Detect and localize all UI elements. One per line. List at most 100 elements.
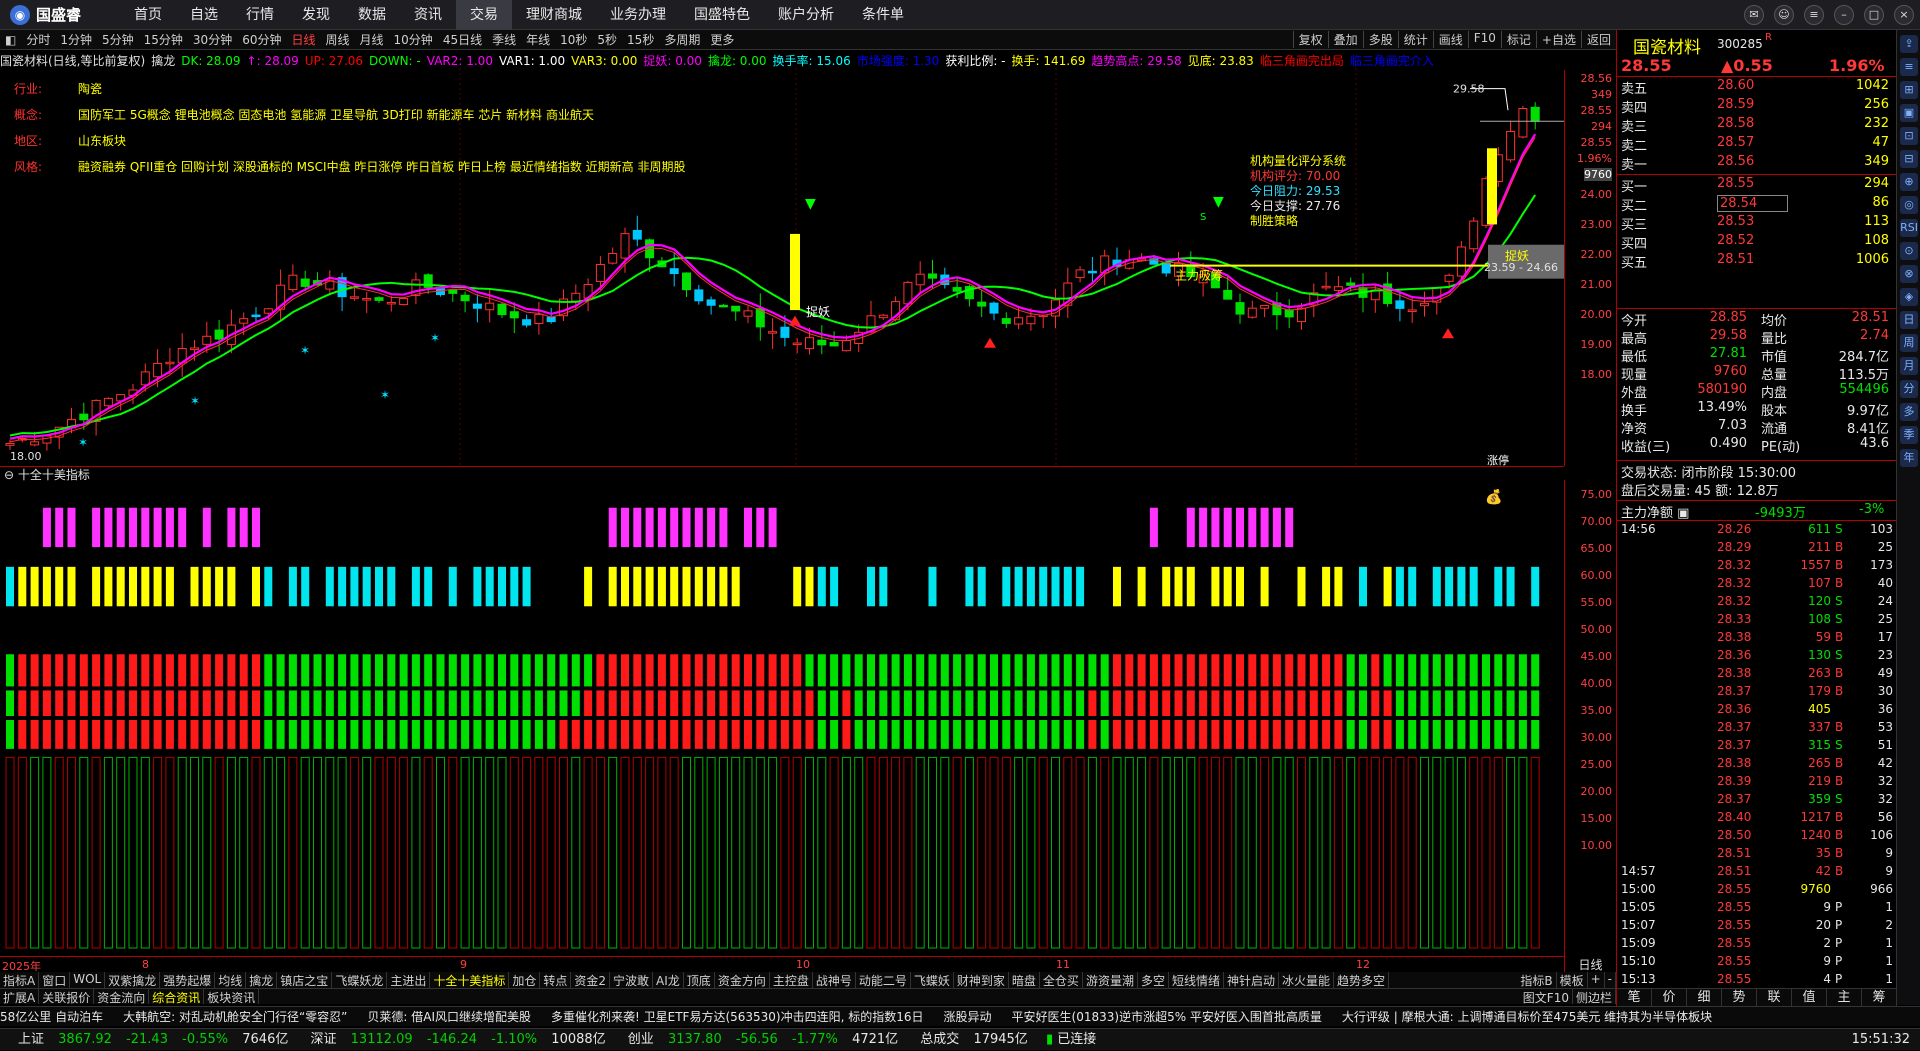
period-11[interactable]: 季线 — [487, 31, 521, 48]
right-toolbar-icon-3[interactable]: ▣ — [1900, 104, 1918, 122]
period-16[interactable]: 多周期 — [659, 31, 705, 48]
right-toolbar-icon-11[interactable]: ◈ — [1900, 288, 1918, 306]
nav-item-4[interactable]: 数据 — [344, 0, 400, 30]
indicator-tab-28[interactable]: 神针启动 — [1224, 972, 1279, 988]
indicator-tab-4[interactable]: 强势起爆 — [160, 972, 216, 988]
kline-chart[interactable]: ✶✶✶✶✶▼▼29.5818.0023.59 - 24.66南到未来数据主力吸筹… — [0, 68, 1564, 466]
period-15[interactable]: 15秒 — [622, 31, 659, 48]
ask-row[interactable]: 卖四 28.59 256 — [1617, 97, 1897, 116]
ticker-item[interactable]: 涨股异动 — [944, 1010, 992, 1024]
period-3[interactable]: 15分钟 — [139, 31, 188, 48]
right-toolbar-icon-14[interactable]: 月 — [1900, 357, 1918, 375]
indicator-tab-21[interactable]: 飞蝶妖 — [911, 972, 954, 988]
right-toolbar-icon-7[interactable]: ◎ — [1900, 196, 1918, 214]
panel-tab-1[interactable]: 价 — [1652, 989, 1687, 1006]
toolbar-btn-7[interactable]: +自选 — [1535, 31, 1581, 48]
panel-tab-6[interactable]: 主 — [1827, 989, 1862, 1006]
right-toolbar-icon-8[interactable]: RSI — [1900, 219, 1918, 237]
sidebar-toggle-icon[interactable]: ◧ — [0, 33, 21, 47]
toolbar-btn-4[interactable]: 画线 — [1432, 31, 1468, 48]
toolbar-btn-5[interactable]: F10 — [1467, 31, 1501, 48]
ticker-item[interactable]: 58亿公里 自动泊车 — [0, 1010, 103, 1024]
nav-item-11[interactable]: 条件单 — [848, 0, 918, 30]
nav-item-8[interactable]: 业务办理 — [596, 0, 680, 30]
panel-tab-5[interactable]: 值 — [1792, 989, 1827, 1006]
indicator-tab-23[interactable]: 暗盘 — [1009, 972, 1040, 988]
right-toolbar-icon-0[interactable]: ⇪ — [1900, 35, 1918, 53]
chat-icon[interactable]: ☺ — [1774, 5, 1794, 25]
nav-item-9[interactable]: 国盛特色 — [680, 0, 764, 30]
indicator-tab-14[interactable]: 宁波敢 — [610, 972, 654, 988]
ticker-item[interactable]: 大韩航空: 对乱动机舱安全门行径“零容忍” — [123, 1010, 347, 1024]
indicator-tab-right-2[interactable]: + — [1588, 972, 1605, 988]
indicator-tab-1[interactable]: 窗口 — [39, 972, 71, 988]
toolbar-btn-0[interactable]: 复权 — [1292, 31, 1328, 48]
indicator-tab-0[interactable]: 指标A — [0, 972, 40, 988]
indicator-tab-6[interactable]: 擒龙 — [246, 972, 278, 988]
indicator-tab-3[interactable]: 双紫擒龙 — [105, 972, 161, 988]
toolbar-btn-8[interactable]: 返回 — [1580, 31, 1616, 48]
info-tab-3[interactable]: 综合资讯 — [149, 989, 205, 1005]
right-toolbar-icon-6[interactable]: ⊕ — [1900, 173, 1918, 191]
sub-indicator-chart[interactable]: 💰 — [0, 480, 1564, 956]
indicator-tab-17[interactable]: 资金方向 — [715, 972, 770, 988]
period-6[interactable]: 日线 — [286, 31, 320, 48]
ticker-item[interactable]: 贝莱德: 借AI风口继续增配美股 — [367, 1010, 531, 1024]
period-17[interactable]: 更多 — [705, 31, 739, 48]
ask-row[interactable]: 卖二 28.57 47 — [1617, 135, 1897, 154]
ask-row[interactable]: 卖一 28.56 349 — [1617, 154, 1897, 173]
bid-row[interactable]: 买四 28.52 108 — [1617, 233, 1897, 252]
netflow-row[interactable]: 主力净额 ▣ — [1621, 502, 1689, 521]
indicator-tab-2[interactable]: WOL — [70, 972, 106, 988]
news-ticker[interactable]: 58亿公里 自动泊车 大韩航空: 对乱动机舱安全门行径“零容忍” 贝莱德: 借AI风… — [0, 1006, 1920, 1026]
minimize-icon[interactable]: – — [1834, 5, 1854, 25]
period-0[interactable]: 分时 — [21, 31, 55, 48]
nav-item-0[interactable]: 首页 — [120, 0, 176, 30]
panel-tab-0[interactable]: 笔 — [1617, 989, 1652, 1006]
ticker-item[interactable]: 多重催化剂来袭! 卫星ETF易方达(563530)冲击四连阳, 标的指数16日 — [551, 1010, 924, 1024]
ask-row[interactable]: 卖五 28.60 1042 — [1617, 78, 1897, 97]
period-12[interactable]: 年线 — [521, 31, 555, 48]
panel-tab-3[interactable]: 势 — [1722, 989, 1757, 1006]
indicator-tab-9[interactable]: 主进出 — [387, 972, 431, 988]
info-tab-2[interactable]: 资金流向 — [94, 989, 150, 1005]
indicator-tab-5[interactable]: 均线 — [215, 972, 247, 988]
indicator-tab-right-3[interactable]: - — [1605, 972, 1616, 988]
indicator-tab-19[interactable]: 战神号 — [813, 972, 856, 988]
period-2[interactable]: 5分钟 — [97, 31, 139, 48]
indicator-tab-7[interactable]: 镇店之宝 — [277, 972, 333, 988]
right-toolbar-icon-10[interactable]: ⊗ — [1900, 265, 1918, 283]
indicator-tab-27[interactable]: 短线情绪 — [1169, 972, 1224, 988]
right-toolbar-icon-12[interactable]: 日 — [1900, 311, 1918, 329]
right-toolbar-icon-18[interactable]: 年 — [1900, 449, 1918, 467]
indicator-tab-25[interactable]: 游资量潮 — [1083, 972, 1138, 988]
period-1[interactable]: 1分钟 — [55, 31, 97, 48]
period-9[interactable]: 10分钟 — [389, 31, 438, 48]
indicator-tab-26[interactable]: 多空 — [1138, 972, 1169, 988]
info-tab-4[interactable]: 板块资讯 — [204, 989, 260, 1005]
right-toolbar-icon-2[interactable]: ⊞ — [1900, 81, 1918, 99]
netflow-toggle-icon[interactable]: ▣ — [1677, 506, 1689, 521]
menu-icon[interactable]: ≡ — [1804, 5, 1824, 25]
right-toolbar-icon-17[interactable]: 季 — [1900, 426, 1918, 444]
nav-item-6[interactable]: 交易 — [456, 0, 512, 30]
indicator-tab-16[interactable]: 顶底 — [684, 972, 715, 988]
indicator-tab-11[interactable]: 加仓 — [509, 972, 541, 988]
period-8[interactable]: 月线 — [355, 31, 389, 48]
period-7[interactable]: 周线 — [321, 31, 355, 48]
indicator-tab-right-0[interactable]: 指标B — [1517, 972, 1557, 988]
indicator-tab-24[interactable]: 全仓买 — [1040, 972, 1083, 988]
indicator-tab-22[interactable]: 财神到家 — [954, 972, 1009, 988]
panel-tab-4[interactable]: 联 — [1757, 989, 1792, 1006]
toolbar-btn-2[interactable]: 多股 — [1362, 31, 1398, 48]
info-tab-right-1[interactable]: 侧边栏 — [1573, 989, 1616, 1005]
maximize-icon[interactable]: □ — [1864, 5, 1884, 25]
indicator-tab-15[interactable]: AI龙 — [653, 972, 684, 988]
bid-row[interactable]: 买三 28.53 113 — [1617, 214, 1897, 233]
toolbar-btn-3[interactable]: 统计 — [1397, 31, 1433, 48]
indicator-tab-10[interactable]: 十全十美指标 — [430, 972, 510, 988]
right-toolbar-icon-5[interactable]: ⊟ — [1900, 150, 1918, 168]
nav-item-5[interactable]: 资讯 — [400, 0, 456, 30]
panel-tab-2[interactable]: 细 — [1687, 989, 1722, 1006]
nav-item-7[interactable]: 理财商城 — [512, 0, 596, 30]
